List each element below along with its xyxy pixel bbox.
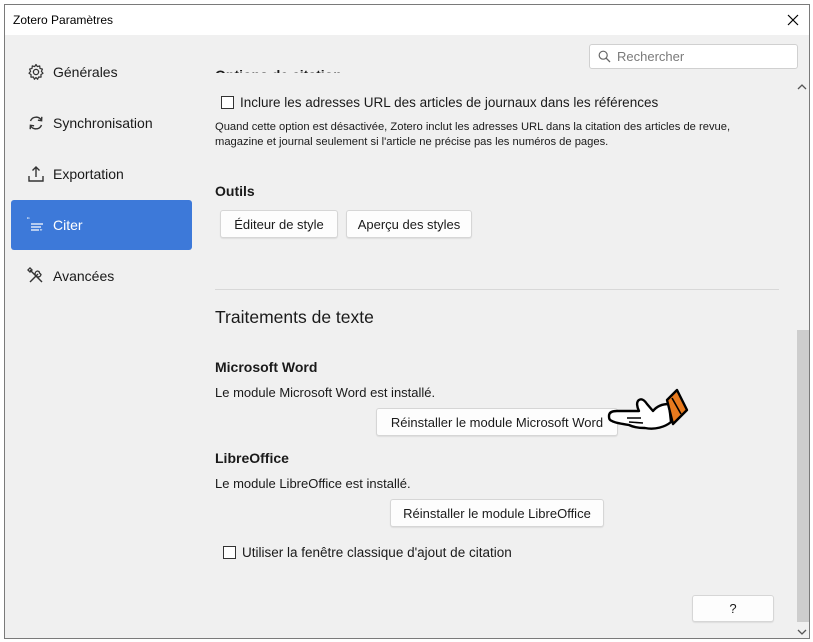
tools-heading: Outils (215, 183, 255, 199)
section-divider (215, 289, 779, 290)
help-button[interactable]: ? (692, 595, 774, 622)
style-editor-button[interactable]: Éditeur de style (220, 210, 338, 238)
svg-text:”: ” (40, 229, 43, 234)
close-button[interactable] (777, 5, 809, 35)
export-icon (26, 164, 46, 184)
search-icon (598, 50, 611, 63)
vertical-scrollbar[interactable] (793, 72, 809, 638)
reinstall-word-button[interactable]: Réinstaller le module Microsoft Word (376, 408, 618, 436)
libreoffice-status: Le module LibreOffice est installé. (215, 476, 411, 491)
sidebar-item-label: Synchronisation (53, 115, 153, 131)
chevron-down-icon (797, 629, 807, 635)
include-urls-note: Quand cette option est désactivée, Zoter… (215, 121, 731, 148)
scroll-down-button[interactable] (793, 624, 809, 638)
sidebar-item-label: Exportation (53, 166, 124, 182)
sidebar-item-generales[interactable]: Générales (11, 47, 192, 97)
title-bar: Zotero Paramètres (5, 5, 809, 35)
sidebar-item-label: Citer (53, 217, 83, 233)
sync-icon (26, 113, 46, 133)
microsoft-word-heading: Microsoft Word (215, 359, 318, 375)
include-urls-checkbox[interactable] (221, 96, 234, 109)
sidebar-item-label: Avancées (53, 268, 115, 284)
style-preview-button[interactable]: Aperçu des styles (346, 210, 472, 238)
scroll-thumb[interactable] (797, 330, 809, 622)
preferences-window: Zotero Paramètres Générales Synchronisat… (4, 4, 810, 639)
sidebar-item-label: Générales (53, 64, 118, 80)
pointing-hand-icon (607, 388, 689, 430)
close-icon (787, 14, 799, 26)
word-processors-title: Traitements de texte (215, 307, 374, 327)
chevron-up-icon (797, 83, 807, 89)
gear-icon (26, 62, 46, 82)
window-title: Zotero Paramètres (13, 13, 114, 27)
include-urls-label: Inclure les adresses URL des articles de… (240, 95, 659, 110)
citation-options-heading: Options de citation (215, 63, 342, 73)
search-input[interactable] (617, 49, 787, 64)
scroll-up-button[interactable] (793, 78, 809, 94)
classic-dialog-checkbox[interactable] (223, 546, 236, 559)
classic-dialog-row[interactable]: Utiliser la fenêtre classique d'ajout de… (223, 545, 512, 560)
sidebar: Générales Synchronisation Exportation “”… (5, 35, 199, 638)
tools-icon (26, 266, 46, 286)
sidebar-item-avancees[interactable]: Avancées (11, 251, 192, 301)
cite-icon: “” (26, 215, 46, 235)
sidebar-item-synchronisation[interactable]: Synchronisation (11, 98, 192, 148)
main-panel: Options de citation Inclure les adresses… (199, 35, 809, 638)
include-urls-row[interactable]: Inclure les adresses URL des articles de… (221, 95, 658, 110)
reinstall-libreoffice-button[interactable]: Réinstaller le module LibreOffice (390, 499, 604, 527)
classic-dialog-label: Utiliser la fenêtre classique d'ajout de… (242, 545, 512, 560)
libreoffice-heading: LibreOffice (215, 450, 289, 466)
microsoft-word-status: Le module Microsoft Word est installé. (215, 385, 436, 400)
search-box[interactable] (589, 44, 798, 69)
sidebar-item-citer[interactable]: “” Citer (11, 200, 192, 250)
svg-text:“: “ (27, 216, 30, 225)
sidebar-item-exportation[interactable]: Exportation (11, 149, 192, 199)
